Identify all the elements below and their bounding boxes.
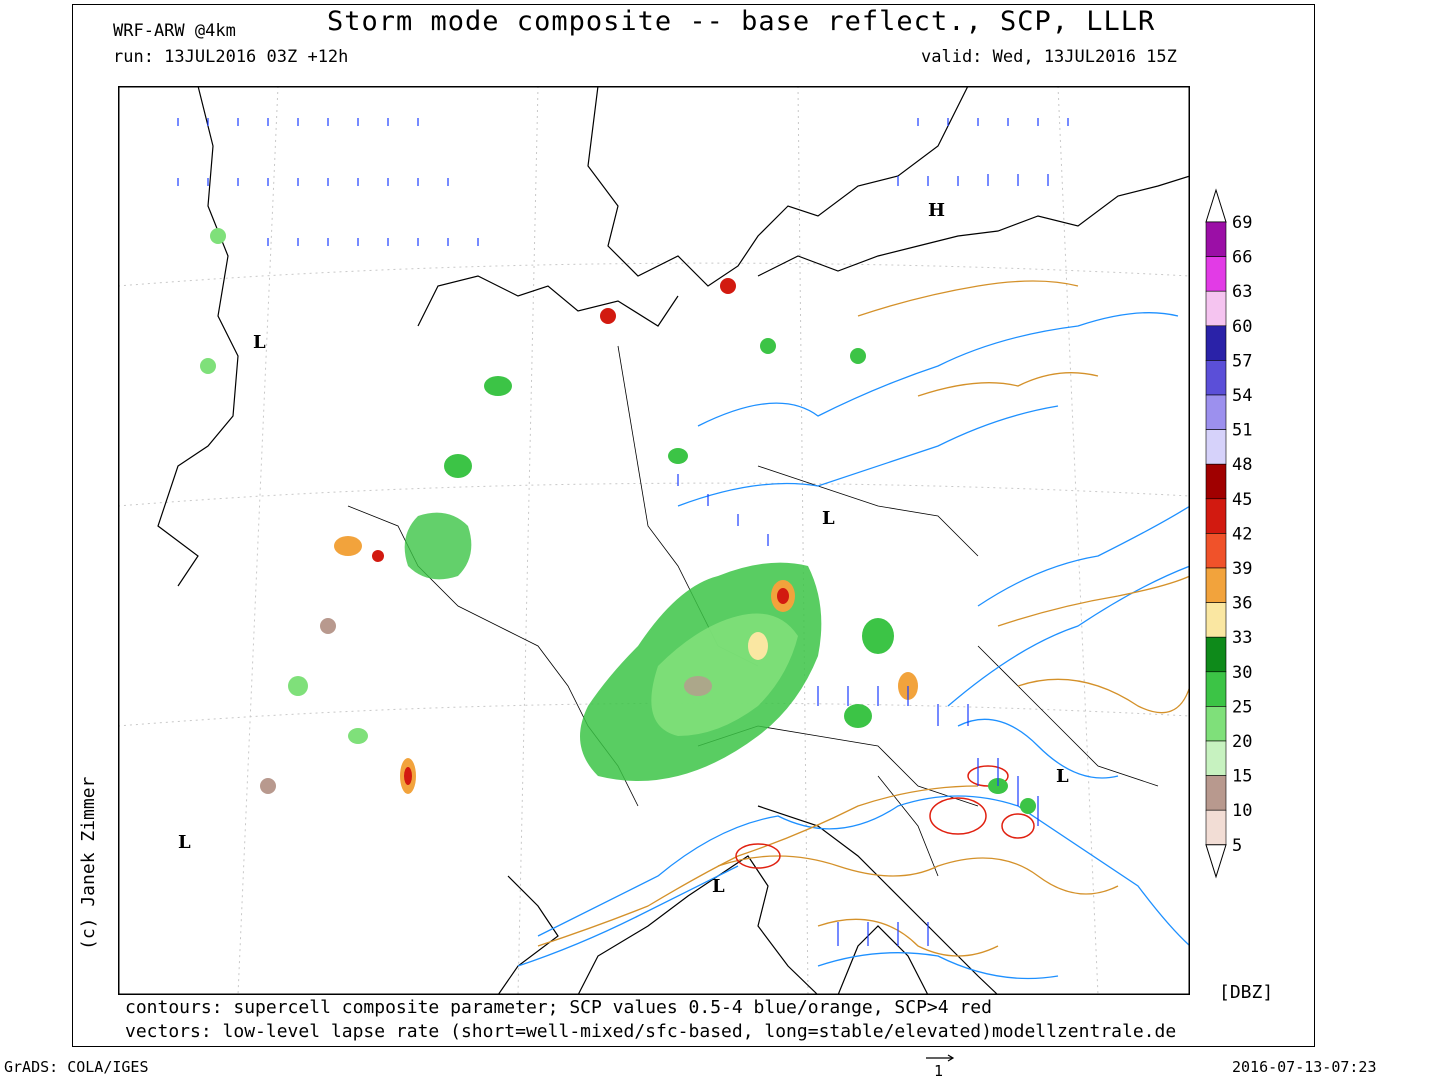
colorbar-swatch [1205, 498, 1227, 534]
colorbar-labels: 69 66 63 60 57 54 51 48 45 42 39 36 33 30 25 20 15 10 5 [1232, 213, 1252, 856]
pressure-center-low: L [712, 876, 725, 897]
colorbar-tick-label: 15 [1232, 767, 1252, 787]
colorbar-tick-label: 57 [1232, 351, 1252, 371]
weather-map: H L L L L L [118, 86, 1190, 995]
colorbar-tick-label: 33 [1232, 628, 1252, 648]
colorbar-tick-label: 66 [1232, 248, 1252, 268]
colorbar-tick-label: 48 [1232, 455, 1252, 475]
colorbar-swatch [1205, 256, 1227, 292]
colorbar-swatch [1205, 360, 1227, 396]
pressure-center-low: L [253, 332, 266, 353]
colorbar-swatch [1205, 706, 1227, 742]
colorbar-swatch [1205, 636, 1227, 673]
run-label: run: 13JUL2016 03Z +12h [113, 47, 349, 67]
colorbar-tick-label: 51 [1232, 421, 1252, 441]
pressure-center-high: H [928, 200, 945, 221]
colorbar-bottom-arrow [1205, 844, 1227, 879]
colorbar-swatch [1205, 602, 1227, 638]
colorbar-swatch [1205, 775, 1227, 811]
colorbar-tick-label: 39 [1232, 559, 1252, 579]
colorbar-units: [DBZ] [1219, 982, 1274, 1003]
software-credit: GrADS: COLA/IGES [4, 1058, 149, 1076]
pressure-center-low: L [1056, 766, 1069, 787]
pressure-center-low: L [822, 508, 835, 529]
author-credit: (c) Janek Zimmer [78, 776, 99, 950]
colorbar-swatch [1205, 740, 1227, 776]
colorbar-swatch [1205, 394, 1227, 430]
colorbar-tick-label: 45 [1232, 490, 1252, 510]
colorbar-top-arrow [1205, 188, 1227, 223]
vectors-legend: vectors: low-level lapse rate (short=wel… [125, 1021, 1177, 1042]
colorbar-tick-label: 5 [1232, 836, 1242, 856]
colorbar-tick-label: 69 [1232, 213, 1252, 233]
colorbar-swatch [1205, 533, 1227, 569]
valid-time-label: valid: Wed, 13JUL2016 15Z [921, 47, 1177, 67]
colorbar-tick-label: 36 [1232, 594, 1252, 614]
colorbar-tick-label: 54 [1232, 386, 1252, 406]
colorbar-swatch [1205, 567, 1227, 603]
colorbar-tick-label: 30 [1232, 663, 1252, 683]
colorbar-swatch [1205, 809, 1227, 846]
colorbar-swatch [1205, 671, 1227, 707]
map-title: Storm mode composite -- base reflect., S… [327, 6, 1156, 37]
colorbar-swatch [1205, 463, 1227, 500]
colorbar-swatch [1205, 429, 1227, 465]
colorbar-swatch [1205, 290, 1227, 327]
contours-legend: contours: supercell composite parameter;… [125, 997, 992, 1018]
colorbar-tick-label: 10 [1232, 801, 1252, 821]
reflectivity-colorbar: 69 66 63 60 57 54 51 48 45 42 39 36 33 30 25 20 15 10 5 [1205, 188, 1252, 879]
colorbar-tick-label: 42 [1232, 524, 1252, 544]
colorbar-tick-label: 60 [1232, 317, 1252, 337]
model-label: WRF-ARW @4km [113, 21, 236, 41]
colorbar-swatch [1205, 325, 1227, 361]
colorbar-tick-label: 20 [1232, 732, 1252, 752]
colorbar-swatch [1205, 221, 1227, 257]
pressure-center-low: L [178, 832, 191, 853]
render-timestamp: 2016-07-13-07:23 [1232, 1058, 1377, 1076]
colorbar-tick-label: 25 [1232, 697, 1252, 717]
vector-reference-value: 1 [934, 1062, 944, 1080]
colorbar-swatches [1205, 188, 1227, 879]
colorbar-tick-label: 63 [1232, 282, 1252, 302]
